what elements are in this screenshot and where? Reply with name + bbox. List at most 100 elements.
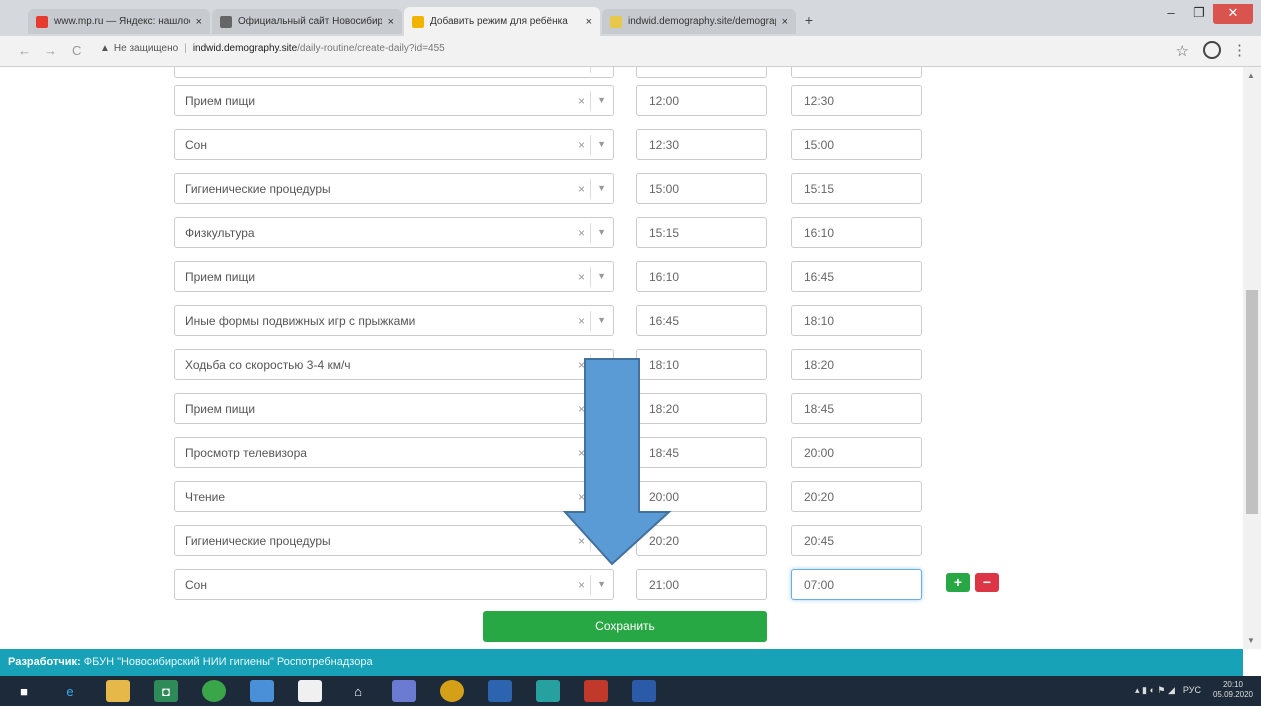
- dropdown-arrow-icon[interactable]: ▼: [597, 315, 606, 325]
- dropdown-arrow-icon[interactable]: ▼: [597, 183, 606, 193]
- monitor-icon[interactable]: [250, 680, 274, 702]
- keyboard-language[interactable]: РУС: [1183, 685, 1201, 695]
- activity-select[interactable]: Иные формы подвижных игр с прыжками × ▼: [174, 305, 614, 336]
- select-divider: [590, 223, 591, 243]
- scroll-down-icon[interactable]: ▼: [1247, 636, 1255, 645]
- minimize-button[interactable]: –: [1157, 4, 1185, 24]
- reload-button[interactable]: C: [72, 43, 81, 58]
- start-time-input[interactable]: 15:00: [636, 173, 767, 204]
- end-time-input[interactable]: 20:45: [791, 525, 922, 556]
- activity-select[interactable]: Сон × ▼: [174, 569, 614, 600]
- end-time-input[interactable]: 18:10: [791, 305, 922, 336]
- activity-select[interactable]: Прием пищи×▼: [174, 85, 614, 116]
- dropdown-arrow-icon[interactable]: ▼: [597, 227, 606, 237]
- media-icon[interactable]: [440, 680, 464, 702]
- browser-tab-4[interactable]: indwid.demography.site/demograph ×: [602, 9, 796, 34]
- activity-select[interactable]: Прием пищи×▼: [174, 393, 614, 424]
- browser-tab-2[interactable]: Официальный сайт Новосибирс ×: [212, 9, 402, 34]
- clear-selection-icon[interactable]: ×: [578, 67, 585, 70]
- start-time-input[interactable]: 21:00: [636, 569, 767, 600]
- close-tab-icon[interactable]: ×: [196, 16, 202, 28]
- skype-icon[interactable]: [536, 680, 560, 702]
- dropdown-arrow-icon[interactable]: ▼: [597, 579, 606, 589]
- activity-value: Физкультура: [185, 226, 255, 240]
- store-icon[interactable]: ◘: [154, 680, 178, 702]
- scroll-thumb[interactable]: [1246, 290, 1258, 514]
- app-icon[interactable]: [202, 680, 226, 702]
- dropdown-arrow-icon[interactable]: ▼: [597, 271, 606, 281]
- end-time-input[interactable]: 20:00: [791, 437, 922, 468]
- bookmark-star-icon[interactable]: ☆: [1176, 42, 1189, 60]
- end-time-input[interactable]: 15:15: [791, 173, 922, 204]
- clear-selection-icon[interactable]: ×: [578, 314, 585, 328]
- clear-selection-icon[interactable]: ×: [578, 578, 585, 592]
- start-time-input[interactable]: [636, 67, 767, 78]
- file-explorer-icon[interactable]: [106, 680, 130, 702]
- activity-value: Прием пищи: [185, 270, 256, 284]
- tray-icons[interactable]: ▴ ▮ ◐ ⚑ ◢: [1135, 685, 1175, 696]
- back-button[interactable]: ←: [18, 43, 31, 58]
- end-time-input[interactable]: 20:20: [791, 481, 922, 512]
- end-time-input[interactable]: 12:30: [791, 85, 922, 116]
- save-button[interactable]: Сохранить: [483, 611, 767, 642]
- activity-select[interactable]: Чтение×▼: [174, 481, 614, 512]
- word-icon[interactable]: [632, 680, 656, 702]
- dropdown-arrow-icon[interactable]: ▼: [597, 95, 606, 105]
- account-icon[interactable]: [1203, 41, 1221, 59]
- end-time-input[interactable]: 16:45: [791, 261, 922, 292]
- select-divider: [590, 267, 591, 287]
- activity-select[interactable]: Гигиенические процедуры×▼: [174, 525, 614, 556]
- maximize-button[interactable]: ❐: [1185, 4, 1213, 24]
- scroll-up-icon[interactable]: ▲: [1247, 71, 1255, 80]
- remove-row-button[interactable]: −: [975, 573, 999, 592]
- start-time-input[interactable]: 15:15: [636, 217, 767, 248]
- end-time-input[interactable]: 15:00: [791, 129, 922, 160]
- chrome-icon[interactable]: [488, 680, 512, 702]
- home-icon[interactable]: ⌂: [346, 680, 370, 702]
- close-tab-icon[interactable]: ×: [388, 16, 394, 28]
- activity-select[interactable]: Ходьба со скоростью 3-4 км/ч×▼: [174, 349, 614, 380]
- mail-icon[interactable]: [392, 680, 416, 702]
- clear-selection-icon[interactable]: ×: [578, 94, 585, 108]
- internet-explorer-icon[interactable]: e: [58, 680, 82, 702]
- close-window-button[interactable]: ✕: [1213, 4, 1253, 24]
- document-icon[interactable]: [298, 680, 322, 702]
- activity-select[interactable]: Гигиенические процедуры×▼: [174, 173, 614, 204]
- end-time-input[interactable]: 18:20: [791, 349, 922, 380]
- footer-developer-name: ФБУН "Новосибирский НИИ гигиены" Роспотр…: [80, 656, 373, 668]
- tab-title: Добавить режим для ребёнка: [430, 16, 568, 27]
- url-field[interactable]: ▲ Не защищено | indwid.demography.site /…: [100, 43, 445, 54]
- clear-selection-icon[interactable]: ×: [578, 270, 585, 284]
- start-time-input[interactable]: 12:00: [636, 85, 767, 116]
- clear-selection-icon[interactable]: ×: [578, 182, 585, 196]
- start-time-input[interactable]: 12:30: [636, 129, 767, 160]
- clear-selection-icon[interactable]: ×: [578, 226, 585, 240]
- activity-select[interactable]: ×▼: [174, 67, 614, 78]
- forward-button[interactable]: →: [44, 43, 57, 58]
- select-divider: [590, 67, 591, 73]
- activity-select[interactable]: Физкультура × ▼: [174, 217, 614, 248]
- add-row-button[interactable]: +: [946, 573, 970, 592]
- activity-select[interactable]: Просмотр телевизора×▼: [174, 437, 614, 468]
- activity-select[interactable]: Сон × ▼: [174, 129, 614, 160]
- activity-select[interactable]: Прием пищи × ▼: [174, 261, 614, 292]
- browser-tab-1[interactable]: www.mp.ru — Яндекс: нашлось ×: [28, 9, 210, 34]
- routine-row: ×▼: [174, 67, 934, 80]
- new-tab-button[interactable]: +: [798, 12, 820, 30]
- end-time-input[interactable]: 18:45: [791, 393, 922, 424]
- end-time-input[interactable]: 07:00: [791, 569, 922, 600]
- start-time-input[interactable]: 16:45: [636, 305, 767, 336]
- end-time-input[interactable]: 16:10: [791, 217, 922, 248]
- browser-menu-icon[interactable]: ⋮: [1232, 41, 1247, 59]
- dropdown-arrow-icon[interactable]: ▼: [597, 139, 606, 149]
- close-tab-icon[interactable]: ×: [782, 16, 788, 28]
- page-scrollbar[interactable]: ▲ ▼: [1243, 67, 1261, 649]
- browser-tab-active[interactable]: Добавить режим для ребёнка ×: [404, 7, 600, 36]
- close-tab-icon[interactable]: ×: [586, 16, 592, 28]
- start-menu-icon[interactable]: ■: [12, 680, 36, 702]
- clock[interactable]: 20:10 05.09.2020: [1213, 680, 1253, 700]
- pdf-reader-icon[interactable]: [584, 680, 608, 702]
- clear-selection-icon[interactable]: ×: [578, 138, 585, 152]
- start-time-input[interactable]: 16:10: [636, 261, 767, 292]
- end-time-input[interactable]: [791, 67, 922, 78]
